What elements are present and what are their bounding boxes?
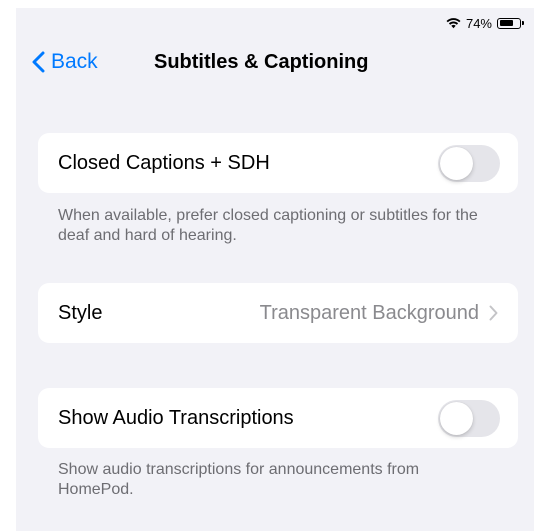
style-row[interactable]: Style Transparent Background — [38, 283, 518, 343]
closed-captions-group: Closed Captions + SDH — [38, 133, 518, 193]
battery-percentage: 74% — [465, 15, 492, 31]
chevron-left-icon — [32, 51, 45, 73]
battery-level-fill — [499, 20, 513, 26]
audio-transcriptions-label: Show Audio Transcriptions — [58, 406, 294, 429]
style-label: Style — [58, 301, 103, 324]
battery-icon — [497, 17, 521, 29]
battery-cap — [522, 21, 524, 25]
back-button[interactable]: Back — [32, 44, 98, 80]
audio-transcriptions-group: Show Audio Transcriptions — [38, 388, 518, 448]
settings-screen: 74% Back Subtitles & Captioning Closed C… — [16, 8, 534, 531]
closed-captions-row: Closed Captions + SDH — [38, 133, 518, 193]
status-bar: 74% — [446, 14, 524, 32]
style-group: Style Transparent Background — [38, 283, 518, 343]
page-title: Subtitles & Captioning — [154, 51, 369, 73]
closed-captions-footer: When available, prefer closed captioning… — [58, 207, 478, 244]
style-value: Transparent Background — [259, 301, 479, 324]
closed-captions-toggle[interactable] — [438, 144, 500, 182]
chevron-right-icon — [489, 305, 498, 321]
wifi-icon — [446, 17, 461, 29]
audio-transcriptions-footer: Show audio transcriptions for announceme… — [58, 461, 420, 498]
toggle-knob — [440, 401, 473, 435]
audio-transcriptions-toggle[interactable] — [438, 399, 500, 437]
toggle-knob — [440, 146, 473, 180]
navigation-bar: Back Subtitles & Captioning — [16, 44, 534, 80]
audio-transcriptions-row: Show Audio Transcriptions — [38, 388, 518, 448]
back-label: Back — [51, 50, 98, 73]
closed-captions-label: Closed Captions + SDH — [58, 151, 270, 174]
